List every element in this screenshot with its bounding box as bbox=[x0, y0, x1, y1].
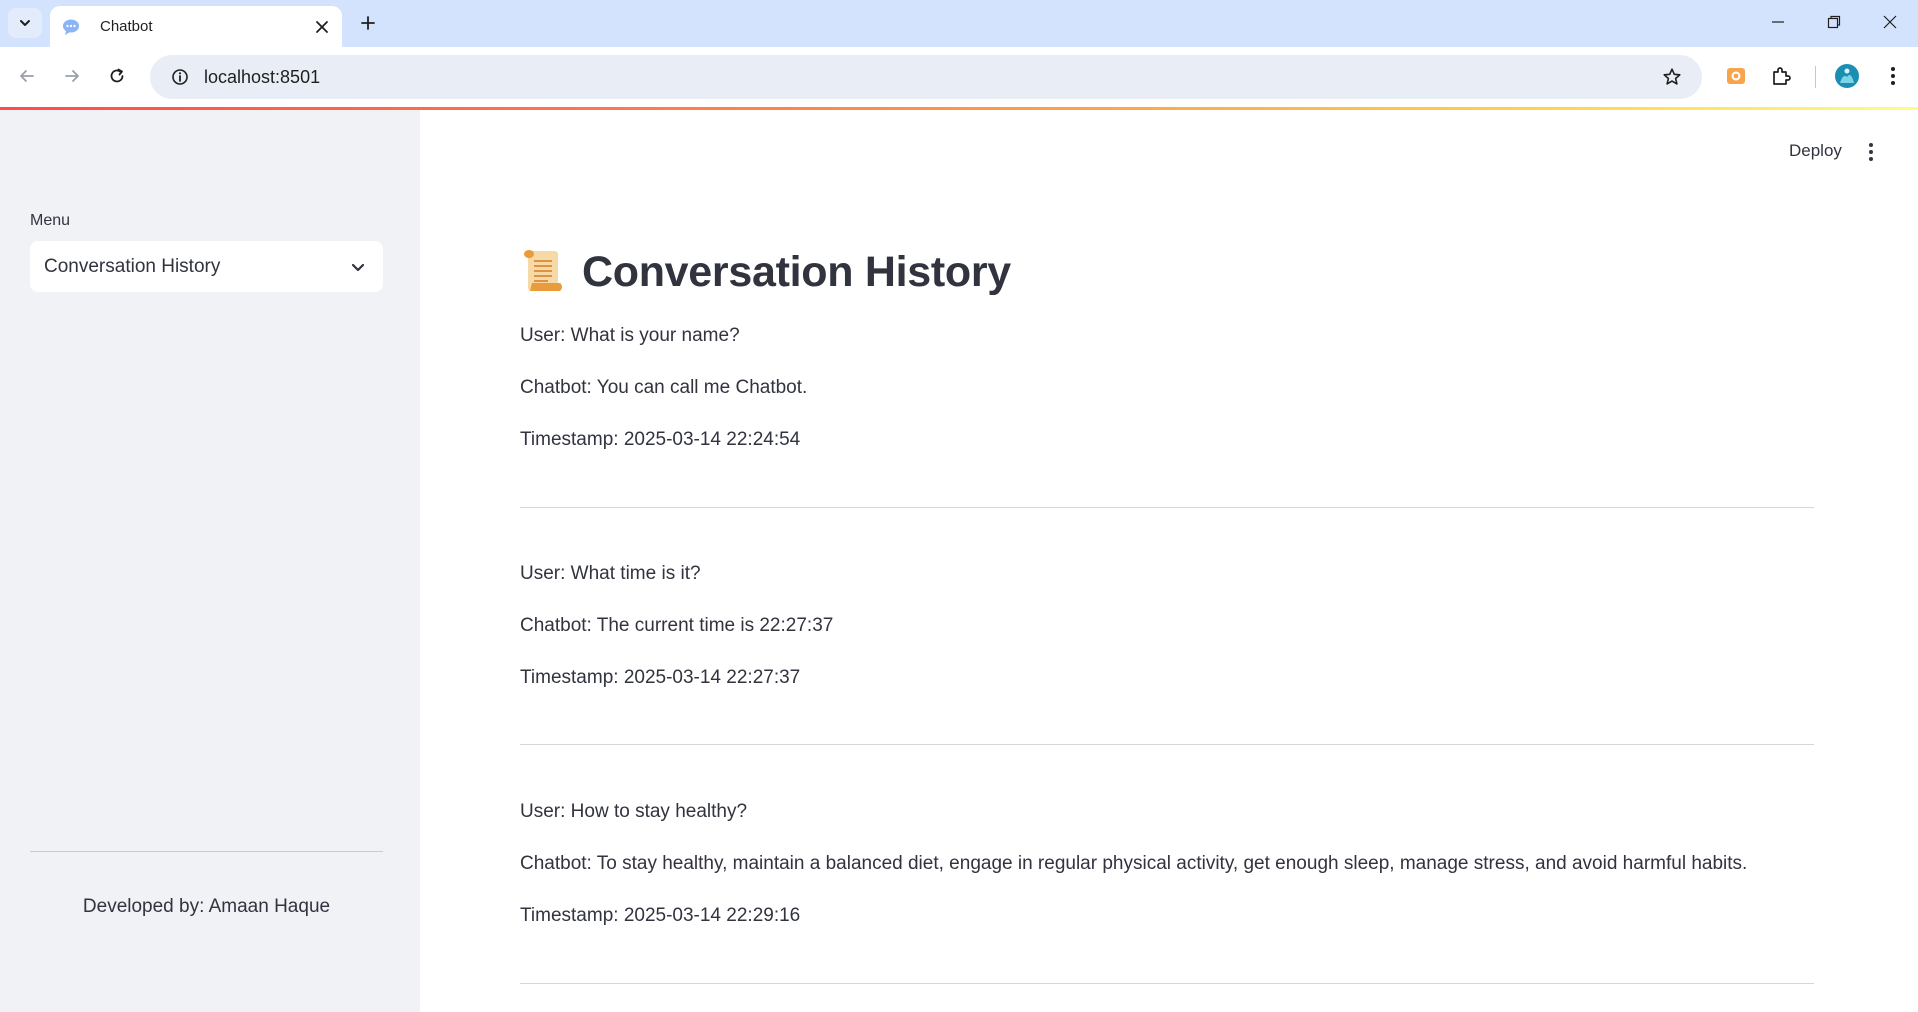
page-title: Conversation History bbox=[582, 247, 1011, 296]
timestamp: Timestamp: 2025-03-14 22:29:16 bbox=[520, 905, 801, 926]
restore-icon bbox=[1827, 15, 1841, 29]
menu-select[interactable]: Conversation History bbox=[30, 241, 383, 292]
new-tab-button[interactable] bbox=[352, 8, 384, 38]
profile-avatar[interactable] bbox=[1830, 59, 1864, 93]
close-window-button[interactable] bbox=[1862, 0, 1918, 44]
back-button[interactable] bbox=[10, 59, 44, 93]
timestamp: Timestamp: 2025-03-14 22:27:37 bbox=[520, 667, 801, 688]
toolbar-separator bbox=[1815, 66, 1816, 88]
address-bar[interactable]: localhost:8501 bbox=[150, 55, 1702, 99]
chevron-down-icon bbox=[20, 20, 30, 26]
kebab-menu-icon bbox=[1869, 143, 1873, 161]
extensions-puzzle-icon[interactable] bbox=[1764, 59, 1798, 93]
restore-button[interactable] bbox=[1806, 0, 1862, 44]
scroll-icon bbox=[524, 250, 562, 291]
conversation-divider bbox=[520, 744, 1814, 745]
page-heading: Conversation History bbox=[520, 247, 1011, 297]
reload-button[interactable] bbox=[100, 59, 134, 93]
close-icon bbox=[1883, 15, 1897, 29]
user-message: User: How to stay healthy? bbox=[520, 801, 748, 822]
kebab-menu-icon bbox=[1891, 67, 1895, 85]
close-icon[interactable] bbox=[312, 17, 332, 37]
main-content: Deploy Conversation History User: What i… bbox=[420, 110, 1918, 1012]
menu-select-value[interactable]: Conversation History bbox=[44, 256, 347, 278]
reload-icon bbox=[110, 68, 124, 83]
main-menu-button[interactable] bbox=[1856, 137, 1886, 167]
menu-label: Menu bbox=[30, 212, 71, 229]
url-text[interactable]: localhost:8501 bbox=[204, 67, 1650, 88]
bot-message: Chatbot: You can call me Chatbot. bbox=[520, 377, 808, 398]
arrow-left-icon bbox=[20, 70, 34, 82]
conversation-divider bbox=[520, 507, 1814, 508]
plus-icon bbox=[361, 16, 375, 30]
browser-menu-button[interactable] bbox=[1876, 59, 1910, 93]
developer-credit: Developed by: Amaan Haque bbox=[82, 896, 331, 917]
user-message: User: What time is it? bbox=[520, 563, 701, 584]
tab-search-button[interactable] bbox=[8, 8, 42, 38]
bot-message: Chatbot: To stay healthy, maintain a bal… bbox=[520, 853, 1748, 874]
sidebar-divider bbox=[30, 851, 383, 852]
browser-toolbar: localhost:8501 bbox=[0, 47, 1918, 107]
chat-bubble-icon bbox=[60, 16, 82, 38]
conversation-divider bbox=[520, 983, 1814, 984]
window-controls bbox=[1750, 0, 1918, 44]
chevron-down-icon[interactable] bbox=[347, 256, 369, 278]
user-message: User: What is your name? bbox=[520, 325, 740, 346]
site-info-icon[interactable] bbox=[158, 55, 202, 99]
sidebar: Menu Conversation History Developed by: … bbox=[0, 110, 420, 1012]
tab-title: Chatbot bbox=[100, 18, 153, 35]
deploy-button[interactable]: Deploy bbox=[1781, 137, 1850, 165]
bot-message: Chatbot: The current time is 22:27:37 bbox=[520, 615, 834, 636]
browser-tab-chatbot[interactable]: Chatbot bbox=[50, 6, 342, 47]
minimize-button[interactable] bbox=[1750, 0, 1806, 44]
bookmark-star-icon[interactable] bbox=[1650, 55, 1694, 99]
timestamp: Timestamp: 2025-03-14 22:24:54 bbox=[520, 429, 801, 450]
arrow-right-icon bbox=[65, 70, 79, 82]
browser-tabstrip: Chatbot bbox=[0, 0, 1918, 47]
minimize-icon bbox=[1772, 21, 1784, 23]
forward-button[interactable] bbox=[55, 59, 89, 93]
extension-camera-icon[interactable] bbox=[1719, 59, 1753, 93]
